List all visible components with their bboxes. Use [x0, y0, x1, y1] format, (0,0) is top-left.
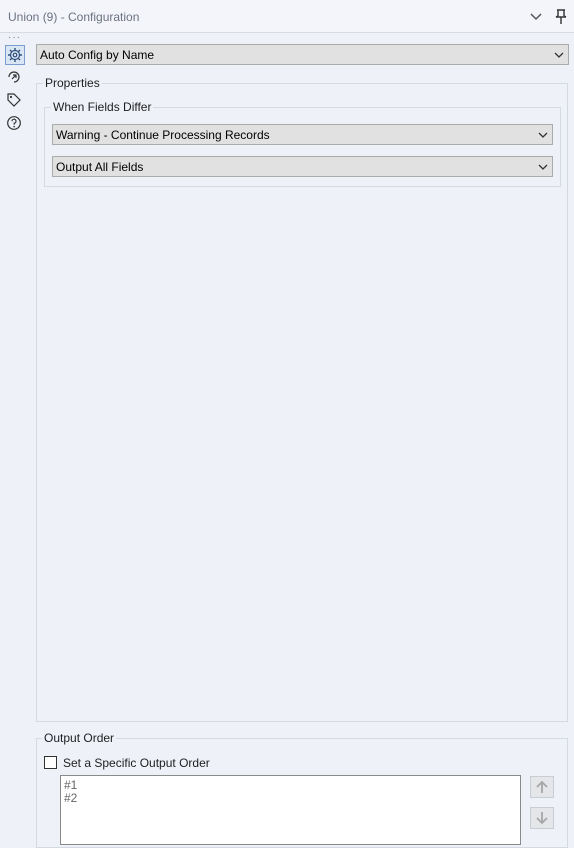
- move-up-button[interactable]: [530, 776, 554, 798]
- list-item[interactable]: #1: [64, 778, 77, 792]
- help-icon: [7, 116, 21, 130]
- field-differ-action-select[interactable]: Warning - Continue Processing Records: [52, 124, 553, 145]
- chevron-down-icon[interactable]: [529, 10, 543, 24]
- chevron-down-icon: [538, 164, 548, 170]
- title-bar: Union (9) - Configuration: [0, 0, 574, 33]
- gear-icon: [8, 48, 22, 62]
- connection-progress-button[interactable]: [5, 68, 25, 88]
- output-order-label: Output Order: [42, 731, 117, 745]
- arrow-up-icon: [536, 780, 548, 793]
- arrow-down-icon: [536, 812, 548, 825]
- annotation-button[interactable]: [5, 91, 25, 111]
- field-differ-action-value: Warning - Continue Processing Records: [56, 128, 270, 142]
- specific-output-order-checkbox[interactable]: [44, 756, 57, 769]
- output-order-list[interactable]: #1 #2: [60, 775, 521, 845]
- list-item[interactable]: #2: [64, 791, 77, 805]
- specific-output-order-label[interactable]: Set a Specific Output Order: [63, 756, 210, 770]
- properties-label: Properties: [43, 76, 102, 90]
- reconnect-icon: [8, 71, 20, 83]
- more-icon[interactable]: ···: [8, 32, 21, 43]
- chevron-down-icon: [554, 52, 564, 58]
- config-mode-select[interactable]: Auto Config by Name: [36, 44, 569, 65]
- help-button[interactable]: [5, 114, 25, 134]
- output-fields-value: Output All Fields: [56, 160, 144, 174]
- pin-icon[interactable]: [553, 8, 569, 25]
- configuration-button[interactable]: [5, 45, 25, 65]
- config-mode-value: Auto Config by Name: [40, 48, 155, 62]
- output-fields-select[interactable]: Output All Fields: [52, 156, 553, 177]
- chevron-down-icon: [538, 132, 548, 138]
- move-down-button[interactable]: [530, 807, 554, 829]
- left-toolbar: ···: [0, 32, 30, 836]
- window-title: Union (9) - Configuration: [8, 10, 140, 24]
- tag-icon: [7, 93, 21, 107]
- when-fields-differ-label: When Fields Differ: [51, 100, 154, 114]
